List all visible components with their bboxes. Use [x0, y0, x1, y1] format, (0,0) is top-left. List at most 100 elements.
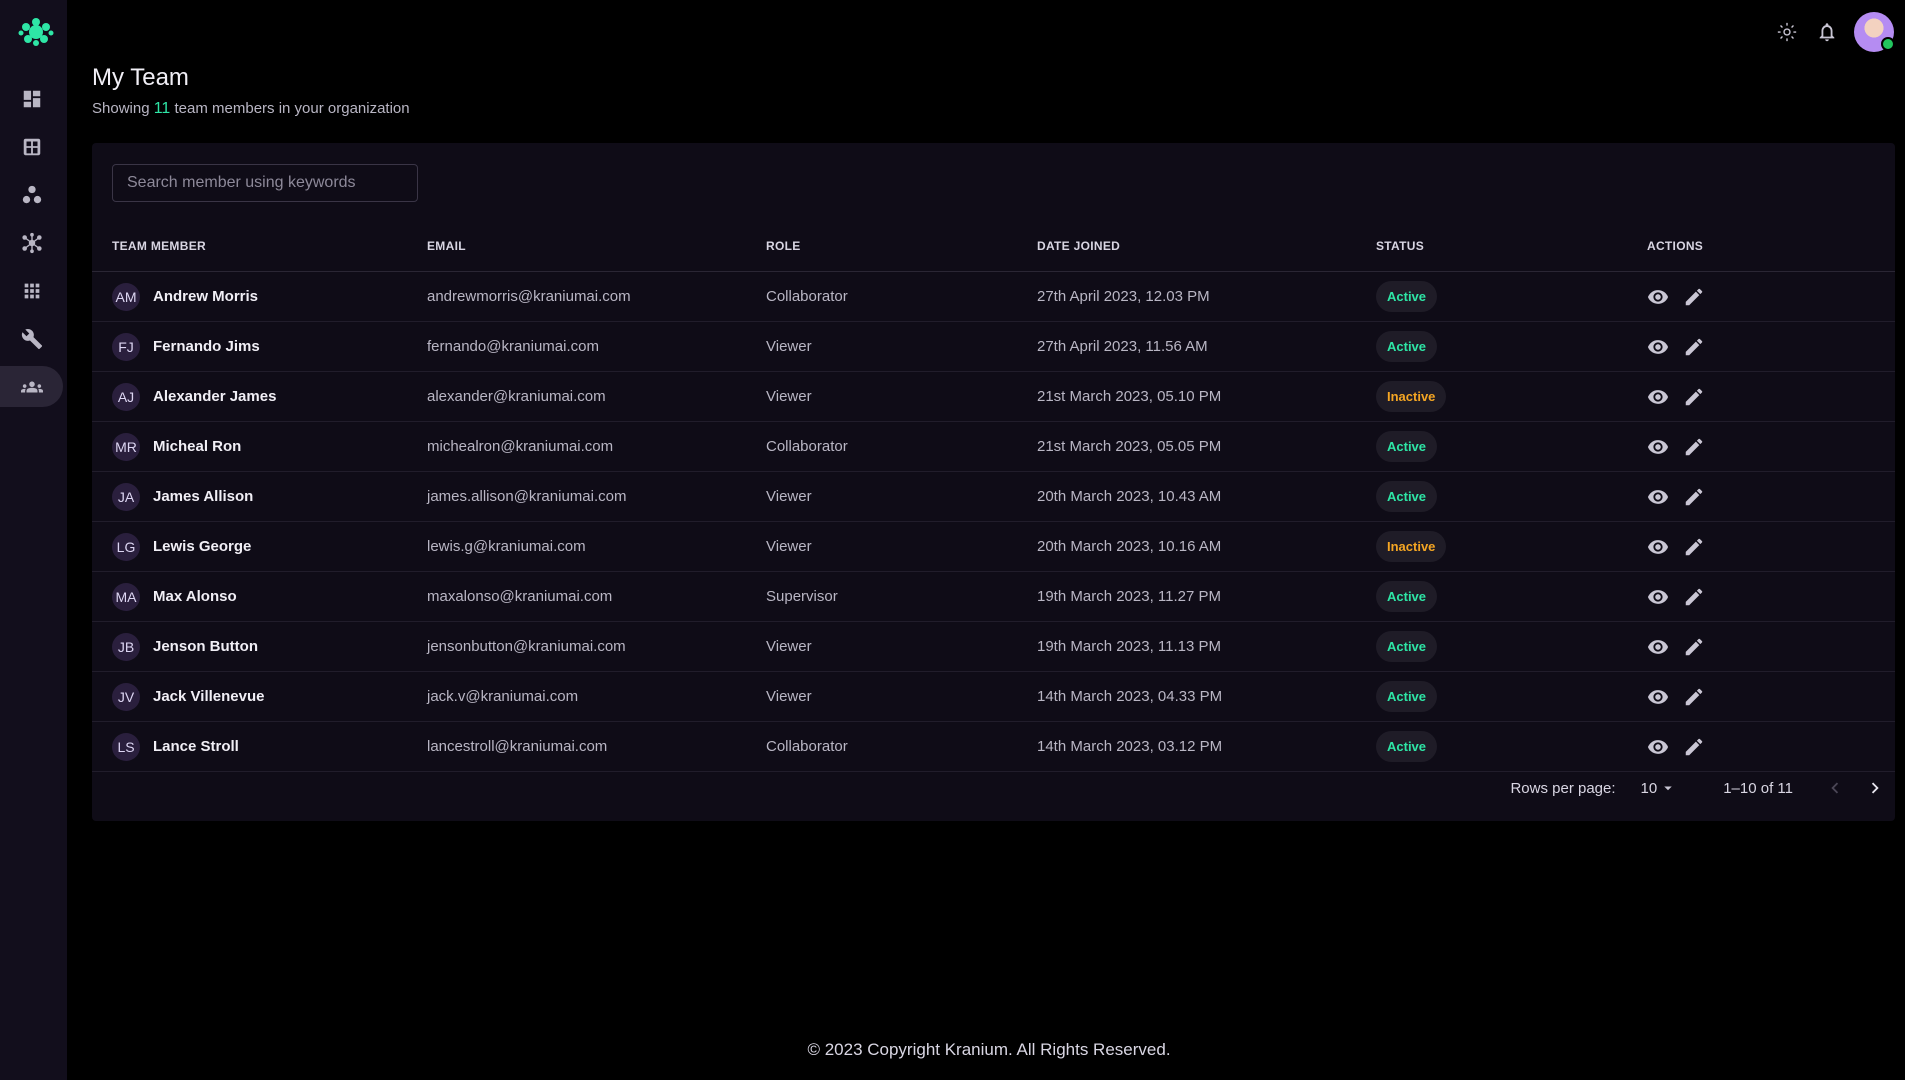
member-cell: MR Micheal Ron — [92, 421, 427, 472]
sidebar-item-tools[interactable] — [0, 318, 63, 359]
view-member-button[interactable] — [1647, 686, 1669, 708]
view-member-button[interactable] — [1647, 336, 1669, 358]
member-role: Viewer — [766, 671, 1037, 722]
member-actions-cell — [1647, 321, 1895, 372]
edit-member-button[interactable] — [1683, 436, 1705, 458]
member-name: Jack Villenevue — [153, 688, 265, 705]
subtitle-prefix: Showing — [92, 100, 150, 117]
member: LS Lance Stroll — [112, 732, 427, 761]
member-date-joined: 27th April 2023, 12.03 PM — [1037, 271, 1376, 322]
view-member-button[interactable] — [1647, 386, 1669, 408]
team-icon — [20, 381, 43, 392]
member-name: Fernando Jims — [153, 338, 260, 355]
member-date-joined: 20th March 2023, 10.16 AM — [1037, 521, 1376, 572]
user-avatar[interactable] — [1854, 12, 1895, 52]
next-page-button[interactable] — [1855, 773, 1895, 803]
member-role: Collaborator — [766, 721, 1037, 772]
member-status-cell: Active — [1376, 721, 1647, 772]
view-member-button[interactable] — [1647, 736, 1669, 758]
member-avatar: LG — [112, 532, 140, 561]
member-email: michealron@kraniumai.com — [427, 421, 766, 472]
sidebar-item-network[interactable] — [0, 222, 63, 263]
member-email: jensonbutton@kraniumai.com — [427, 621, 766, 672]
pencil-icon — [1685, 688, 1703, 705]
pencil-icon — [1685, 388, 1703, 405]
table-row: JV Jack Villenevue jack.v@kraniumai.com Vie… — [92, 671, 1895, 722]
table-row: LG Lewis George lewis.g@kraniumai.com Viewe… — [92, 521, 1895, 572]
view-member-button[interactable] — [1647, 486, 1669, 508]
member-status-cell: Active — [1376, 321, 1647, 372]
member-actions-cell — [1647, 521, 1895, 572]
member-avatar: AM — [112, 282, 140, 311]
search-input[interactable] — [112, 164, 418, 202]
member-status-cell: Inactive — [1376, 371, 1647, 422]
view-member-button[interactable] — [1647, 286, 1669, 308]
grid-icon — [23, 138, 40, 155]
view-member-button[interactable] — [1647, 536, 1669, 558]
pencil-icon — [1685, 438, 1703, 455]
member-role: Collaborator — [766, 271, 1037, 322]
page-subtitle: Showing 11 team members in your organiza… — [92, 100, 410, 118]
eye-icon — [1647, 389, 1669, 404]
status-badge: Active — [1376, 581, 1438, 612]
footer-copyright: © 2023 Copyright Kranium. All Rights Res… — [807, 1040, 1171, 1059]
edit-member-button[interactable] — [1683, 486, 1705, 508]
eye-icon — [1647, 739, 1669, 754]
status-badge: Active — [1376, 681, 1438, 712]
status-badge: Active — [1376, 481, 1438, 512]
member-email: lancestroll@kraniumai.com — [427, 721, 766, 772]
member-email: jack.v@kraniumai.com — [427, 671, 766, 722]
subtitle-suffix: team members in your organization — [174, 100, 410, 117]
member-role: Viewer — [766, 521, 1037, 572]
member: MR Micheal Ron — [112, 432, 427, 461]
pencil-icon — [1685, 638, 1703, 655]
member-email: james.allison@kraniumai.com — [427, 471, 766, 522]
edit-member-button[interactable] — [1683, 686, 1705, 708]
previous-page-button[interactable] — [1815, 773, 1855, 803]
edit-member-button[interactable] — [1683, 536, 1705, 558]
edit-member-button[interactable] — [1683, 336, 1705, 358]
edit-member-button[interactable] — [1683, 736, 1705, 758]
view-member-button[interactable] — [1647, 586, 1669, 608]
member-actions-cell — [1647, 471, 1895, 522]
sidebar-item-dashboard[interactable] — [0, 78, 63, 119]
sidebar-item-team[interactable] — [0, 366, 63, 407]
pencil-icon — [1685, 738, 1703, 755]
edit-member-button[interactable] — [1683, 286, 1705, 308]
sidebar-item-grid[interactable] — [0, 126, 63, 167]
member-name: Alexander James — [153, 388, 277, 405]
member-cell: FJ Fernando Jims — [92, 321, 427, 372]
member-email: andrewmorris@kraniumai.com — [427, 271, 766, 322]
table-row: JA James Allison james.allison@kraniumai.c… — [92, 471, 1895, 522]
column-header-role: ROLE — [766, 221, 1037, 272]
sidebar-item-apps[interactable] — [0, 270, 63, 311]
status-badge: Active — [1376, 281, 1438, 312]
member-date-joined: 21st March 2023, 05.05 PM — [1037, 421, 1376, 472]
edit-member-button[interactable] — [1683, 636, 1705, 658]
pencil-icon — [1685, 338, 1703, 355]
theme-toggle-button[interactable] — [1773, 18, 1801, 46]
notifications-button[interactable] — [1813, 18, 1841, 46]
rows-per-page-select[interactable]: 10 — [1641, 779, 1678, 797]
bell-icon — [1819, 23, 1835, 42]
status-badge: Active — [1376, 631, 1438, 662]
network-icon — [21, 232, 42, 253]
member-cell: JV Jack Villenevue — [92, 671, 427, 722]
edit-member-button[interactable] — [1683, 386, 1705, 408]
table-row: FJ Fernando Jims fernando@kraniumai.com Vie… — [92, 321, 1895, 372]
column-header-actions: ACTIONS — [1647, 221, 1895, 272]
status-badge: Inactive — [1376, 381, 1447, 412]
member-actions-cell — [1647, 621, 1895, 672]
member-status-cell: Active — [1376, 271, 1647, 322]
kranium-logo-icon[interactable] — [17, 15, 55, 49]
edit-member-button[interactable] — [1683, 586, 1705, 608]
table-row: MR Micheal Ron michealron@kraniumai.com Col… — [92, 421, 1895, 472]
member-status-cell: Active — [1376, 421, 1647, 472]
eye-icon — [1647, 539, 1669, 554]
member-role: Viewer — [766, 321, 1037, 372]
member: AJ Alexander James — [112, 382, 427, 411]
view-member-button[interactable] — [1647, 436, 1669, 458]
view-member-button[interactable] — [1647, 636, 1669, 658]
rows-per-page-label: Rows per page: — [1510, 779, 1616, 797]
sidebar-item-nodes[interactable] — [0, 174, 63, 215]
